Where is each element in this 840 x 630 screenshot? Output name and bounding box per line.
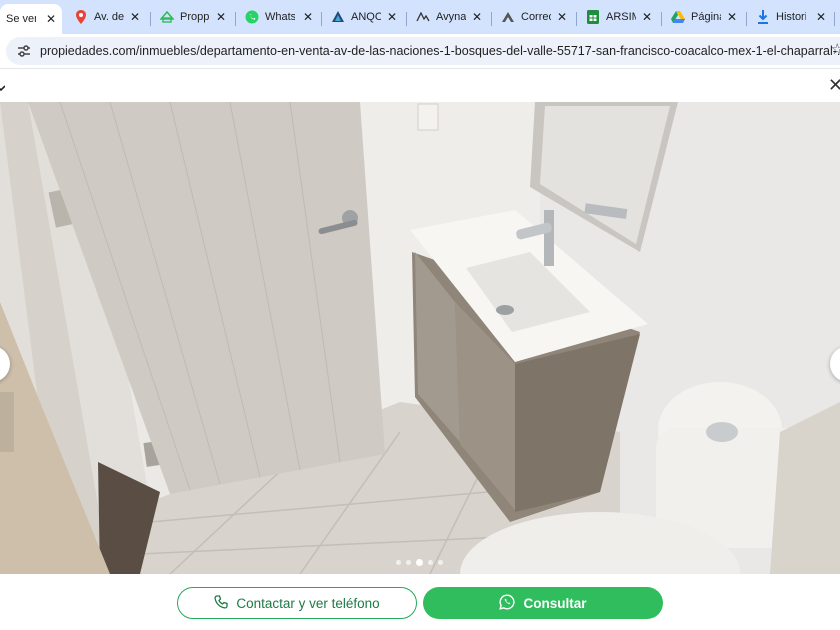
mail-icon bbox=[501, 10, 515, 24]
carousel-dot[interactable] bbox=[428, 560, 433, 565]
tab-whatsapp[interactable]: Whats ✕ bbox=[237, 4, 319, 30]
tab-title: ANQO bbox=[351, 11, 381, 23]
url-text: propiedades.com/inmuebles/departamento-e… bbox=[40, 44, 840, 58]
tab-close-icon[interactable]: ✕ bbox=[130, 10, 140, 24]
tab-title: Se ven bbox=[6, 13, 36, 25]
address-bar[interactable]: propiedades.com/inmuebles/departamento-e… bbox=[6, 37, 840, 65]
bookmark-star-icon[interactable]: ☆ bbox=[831, 40, 840, 58]
site-settings-icon[interactable] bbox=[16, 43, 32, 59]
gallery-header: ✕ bbox=[0, 68, 840, 102]
maps-pin-icon bbox=[74, 10, 88, 24]
tab-close-icon[interactable]: ✕ bbox=[303, 10, 313, 24]
carousel-dot[interactable] bbox=[396, 560, 401, 565]
tab-title: Av. de bbox=[94, 11, 124, 23]
carousel-dot[interactable] bbox=[406, 560, 411, 565]
contact-phone-button[interactable]: Contactar y ver teléfono bbox=[177, 587, 417, 619]
avynal-icon bbox=[416, 10, 430, 24]
tab-pagina[interactable]: Página ✕ bbox=[663, 4, 743, 30]
tab-title: Whats bbox=[265, 11, 295, 23]
sheets-icon bbox=[586, 10, 600, 24]
consult-label: Consultar bbox=[523, 595, 587, 611]
tab-title: Correo bbox=[521, 11, 551, 23]
tab-title: Histori bbox=[776, 11, 806, 23]
contact-phone-label: Contactar y ver teléfono bbox=[236, 595, 380, 611]
tab-strip: Se ven ✕ Av. de ✕ Proppi ✕ Whats ✕ ANQO … bbox=[0, 0, 840, 34]
drive-icon bbox=[671, 10, 685, 24]
carousel-dot[interactable] bbox=[438, 560, 443, 565]
chevron-down-icon[interactable] bbox=[0, 79, 6, 97]
whatsapp-icon bbox=[245, 10, 259, 24]
browser-toolbar: propiedades.com/inmuebles/departamento-e… bbox=[0, 34, 840, 68]
tab-close-icon[interactable]: ✕ bbox=[642, 10, 652, 24]
tab-anqo[interactable]: ANQO ✕ bbox=[323, 4, 403, 30]
tab-historial[interactable]: Histori ✕ bbox=[748, 4, 832, 30]
contact-action-bar: Contactar y ver teléfono Consultar bbox=[0, 574, 840, 630]
tab-title: Proppi bbox=[180, 11, 210, 23]
tab-close-icon[interactable]: ✕ bbox=[216, 10, 226, 24]
tab-close-icon[interactable]: ✕ bbox=[557, 10, 567, 24]
tab-title: Página bbox=[691, 11, 721, 23]
tab-avynal[interactable]: Avynal ✕ bbox=[408, 4, 488, 30]
tab-close-icon[interactable]: ✕ bbox=[472, 10, 482, 24]
carousel-dots bbox=[396, 559, 443, 566]
tab-close-icon[interactable]: ✕ bbox=[387, 10, 397, 24]
tab-close-icon[interactable]: ✕ bbox=[816, 10, 826, 24]
tab-proppit[interactable]: Proppi ✕ bbox=[152, 4, 232, 30]
anqo-icon bbox=[331, 10, 345, 24]
whatsapp-icon bbox=[499, 593, 516, 613]
carousel-dot-active[interactable] bbox=[416, 559, 423, 566]
tab-av-de[interactable]: Av. de ✕ bbox=[66, 4, 146, 30]
tab-title: Avynal bbox=[436, 11, 466, 23]
tab-title: ARSIM bbox=[606, 11, 636, 23]
tab-arsim[interactable]: ARSIM ✕ bbox=[578, 4, 658, 30]
close-icon[interactable]: ✕ bbox=[828, 76, 840, 94]
phone-icon bbox=[214, 594, 228, 612]
bathroom-photo bbox=[0, 102, 840, 574]
tab-close-icon[interactable]: ✕ bbox=[727, 10, 737, 24]
gallery-photo bbox=[0, 102, 840, 574]
tab-correo[interactable]: Correo ✕ bbox=[493, 4, 573, 30]
proppit-icon bbox=[160, 10, 174, 24]
tab-se-ven[interactable]: Se ven ✕ bbox=[0, 4, 62, 34]
tab-close-icon[interactable]: ✕ bbox=[46, 12, 56, 26]
download-icon bbox=[756, 10, 770, 24]
consult-button[interactable]: Consultar bbox=[423, 587, 663, 619]
